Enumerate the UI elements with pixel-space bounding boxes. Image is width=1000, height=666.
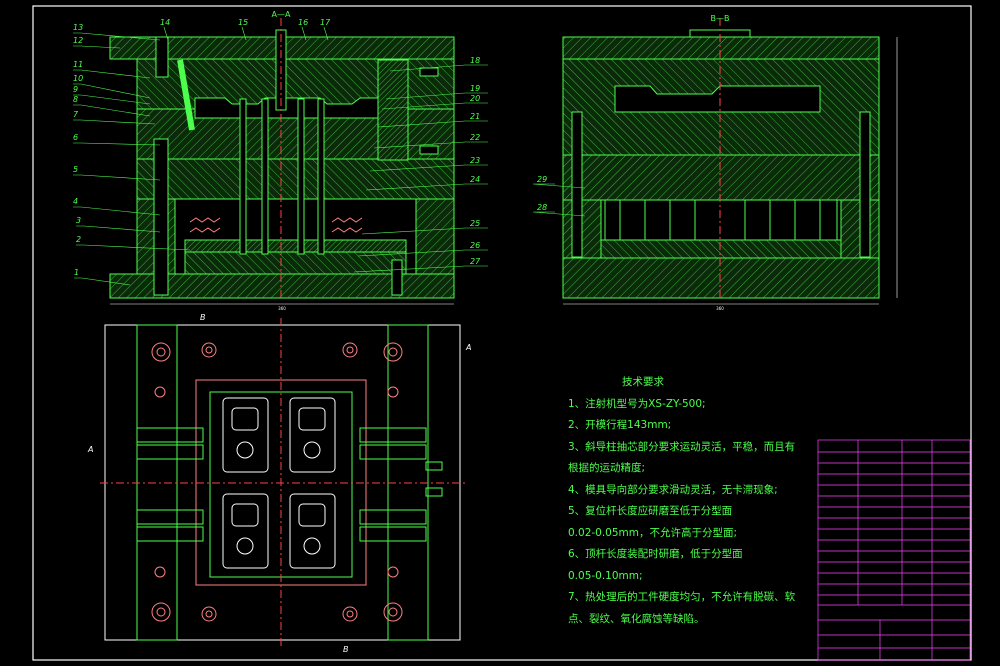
dim-width-right: 360: [716, 306, 724, 311]
ejector-pin-2: [261, 98, 269, 255]
balloon-number: 20: [470, 94, 480, 103]
tech-req-item: 6、顶杆长度装配时研磨，低于分型面: [568, 548, 743, 560]
balloon-number: 14: [160, 18, 170, 27]
bb-core-plate: [562, 154, 880, 201]
balloon-number: 11: [73, 60, 83, 69]
ejector-pin-4: [317, 98, 325, 255]
ejector-retainer-plate: [184, 239, 407, 253]
balloon-number: 16: [298, 18, 308, 27]
return-pin: [377, 59, 409, 161]
balloon-number: 29: [537, 175, 547, 184]
section-marker-b-top: B: [200, 313, 206, 322]
balloon-number: 17: [320, 18, 331, 27]
tech-req-item: 3、斜导柱抽芯部分要求运动灵活，平稳，而且有: [568, 440, 796, 453]
plan-view: B B A A: [87, 313, 471, 654]
balloon-number: 5: [73, 165, 78, 174]
tech-req-item: 0.05-0.10mm;: [568, 569, 643, 582]
plan-bolts: [151, 342, 403, 622]
balloon-number: 3: [76, 216, 81, 225]
balloon-number: 9: [73, 85, 78, 94]
section-label-bb: B—B: [711, 14, 730, 23]
balloon-number: 21: [470, 112, 480, 121]
section-aa-view: 360 A—A: [109, 10, 455, 311]
section-marker-a-left: A: [87, 445, 93, 454]
balloon-number: 6: [73, 133, 78, 142]
tech-requirements-title: 技术要求: [622, 376, 664, 388]
ejector-pin-3: [297, 98, 305, 255]
balloon-number: 24: [470, 175, 480, 184]
tech-req-item: 5、复位杆长度应研磨至低于分型面: [568, 505, 733, 517]
balloon-number: 23: [470, 156, 480, 165]
balloon-number: 7: [73, 110, 79, 119]
support-plate: [136, 158, 455, 200]
tech-req-item: 2、开模行程143mm;: [568, 419, 672, 431]
bb-part-cavity: [614, 85, 821, 113]
water-fitting-2: [419, 145, 439, 155]
section-label-aa: A—A: [272, 10, 291, 19]
bb-top-plate: [562, 36, 880, 60]
tech-req-item: 0.02-0.05mm，不允许高于分型面;: [568, 526, 738, 539]
tech-req-item: 根据的运动精度;: [568, 462, 646, 474]
balloon-number: 15: [238, 18, 248, 27]
bb-pillar-left: [571, 111, 583, 258]
tech-req-item: 4、模具导向部分要求滑动灵活，无卡滞现象;: [568, 483, 778, 496]
bb-ejector-plate: [600, 239, 842, 259]
balloon-number: 26: [470, 241, 480, 250]
water-fitting-1: [419, 67, 439, 77]
balloon-number: 13: [73, 23, 83, 32]
balloon-number: 27: [470, 257, 481, 266]
balloon-number: 2: [76, 235, 81, 244]
balloon-number: 12: [73, 36, 83, 45]
title-block: [817, 439, 971, 661]
tech-req-item: 1、注射机型号为XS-ZY-500;: [568, 397, 706, 410]
balloon-number: 10: [73, 74, 83, 83]
guide-pillar-top-left: [155, 36, 169, 78]
guide-pillar-left: [153, 138, 169, 296]
cad-drawing-canvas: 360 A—A 13121110987654321 14 15 16 17 18192…: [32, 5, 972, 661]
bb-ejector-zone: [604, 199, 838, 241]
balloon-number: 28: [537, 203, 547, 212]
balloon-number: 19: [470, 84, 480, 93]
spring-right: [331, 217, 363, 233]
section-marker-b-bottom: B: [343, 645, 349, 654]
balloon-number: 25: [470, 219, 480, 228]
section-marker-a-right: A: [465, 343, 471, 352]
bb-bottom-plate: [562, 257, 880, 299]
balloon-number: 22: [470, 133, 480, 142]
section-bb-view: B—B 360: [562, 14, 898, 311]
screw-bottom: [391, 259, 403, 296]
dim-width-left: 360: [278, 306, 286, 311]
spring-left: [189, 217, 221, 233]
tech-req-item: 点、裂纹、氧化腐蚀等缺陷。: [568, 612, 705, 625]
bb-pillar-right: [859, 111, 871, 258]
technical-requirements: 技术要求 1、注射机型号为XS-ZY-500; 2、开模行程143mm; 3、斜…: [568, 372, 808, 630]
part-cavity: [194, 97, 386, 119]
balloon-number: 18: [470, 56, 480, 65]
balloon-number: 1: [74, 268, 79, 277]
tech-req-item: 7、热处理后的工件硬度均匀，不允许有脱碳、软: [568, 591, 796, 603]
spacer-right: [415, 198, 455, 275]
balloon-number: 8: [73, 95, 78, 104]
ejector-pin-1: [239, 98, 247, 255]
balloon-number: 4: [73, 197, 78, 206]
